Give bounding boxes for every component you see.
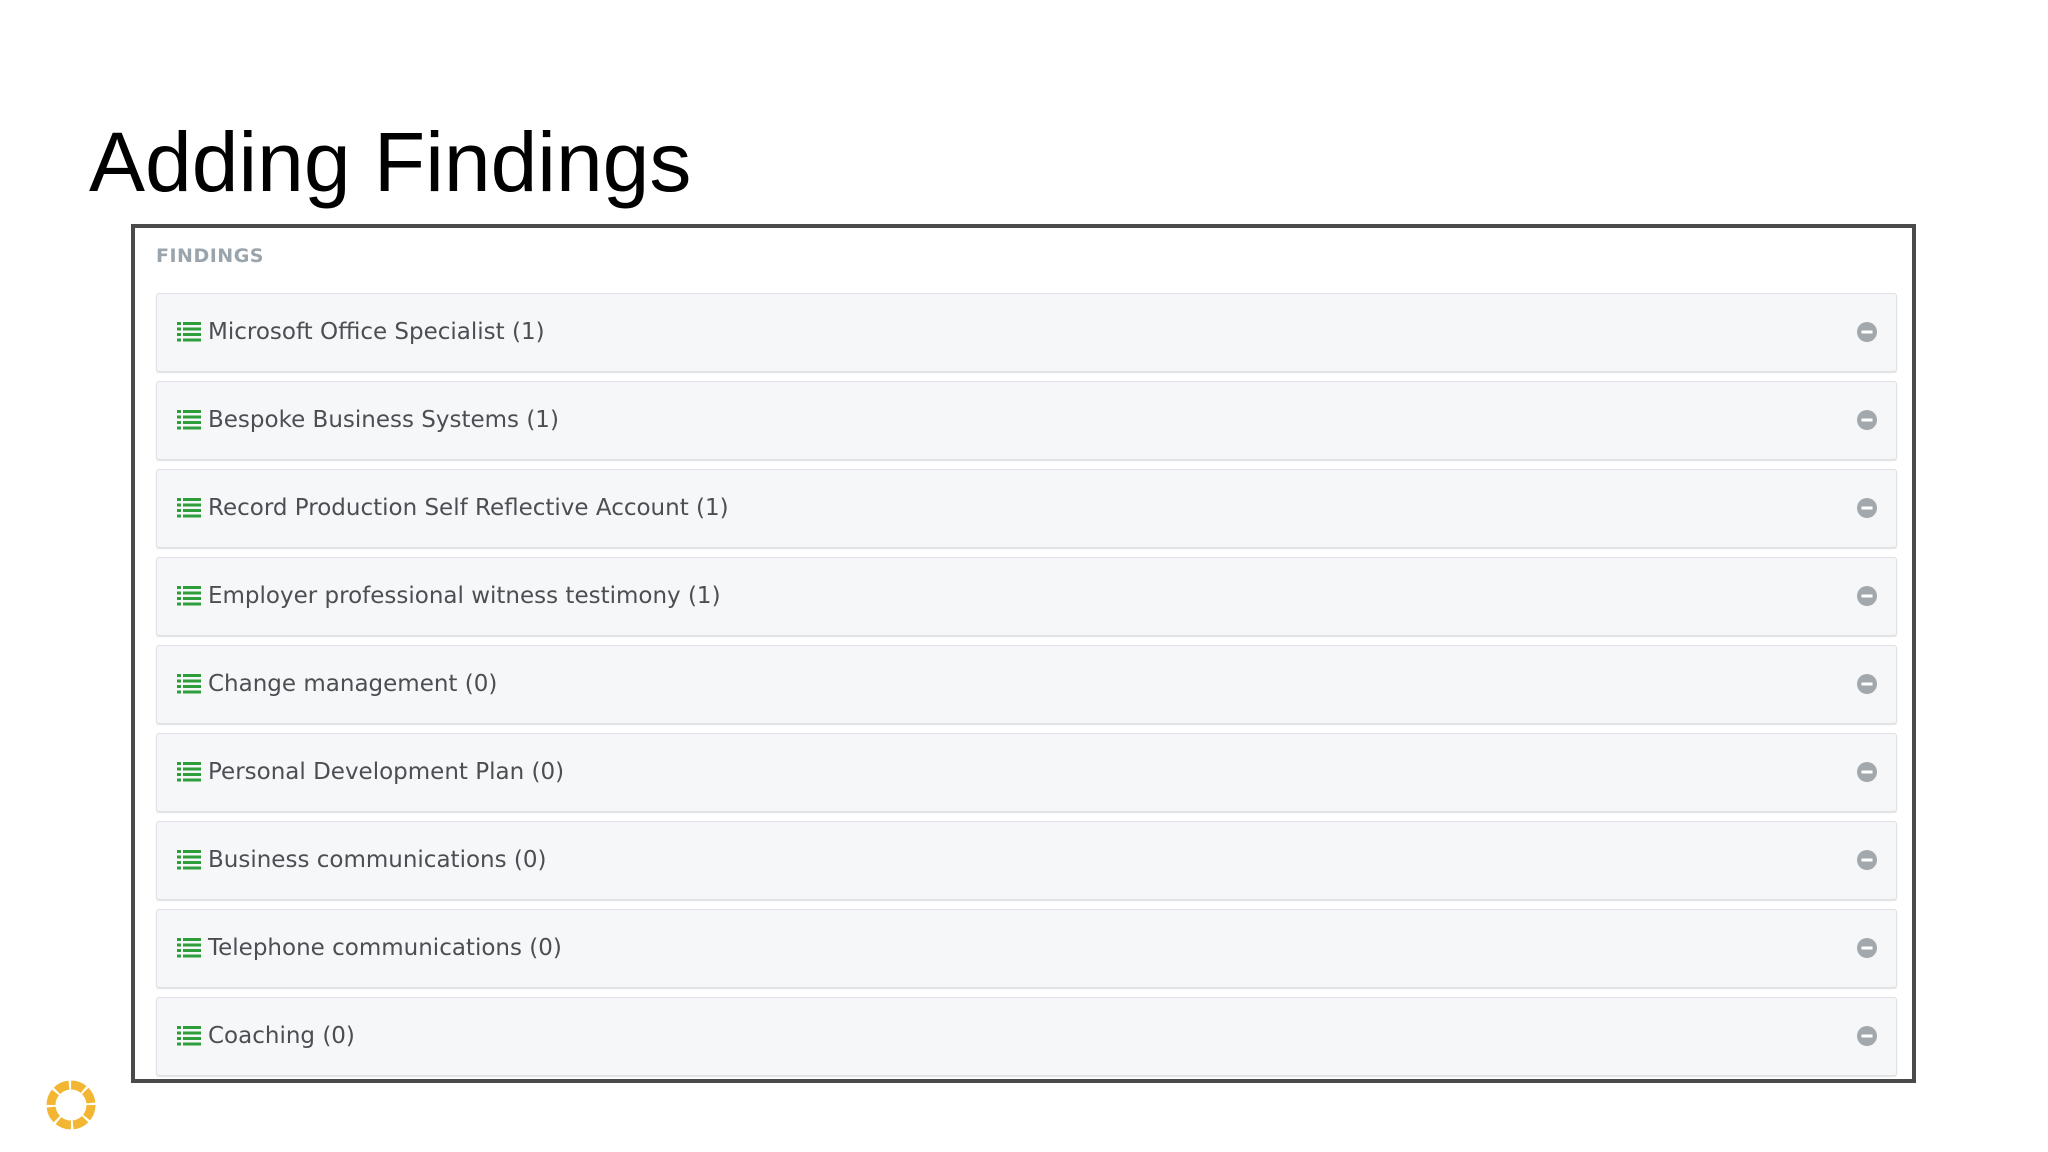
finding-row[interactable]: Business communications (0) (156, 821, 1897, 900)
finding-row[interactable]: Microsoft Office Specialist (1) (156, 293, 1897, 372)
collapse-icon[interactable] (1857, 850, 1877, 870)
list-icon (177, 498, 201, 518)
list-icon (177, 322, 201, 342)
finding-row[interactable]: Coaching (0) (156, 997, 1897, 1076)
list-icon (177, 410, 201, 430)
finding-label: Personal Development Plan (0) (208, 759, 565, 785)
list-icon (177, 1026, 201, 1046)
findings-section-label: FINDINGS (156, 245, 264, 267)
collapse-icon[interactable] (1857, 586, 1877, 606)
findings-panel: FINDINGS Microsoft Office Specialist (1)… (131, 224, 1916, 1083)
finding-row[interactable]: Telephone communications (0) (156, 909, 1897, 988)
finding-label: Employer professional witness testimony … (208, 583, 721, 609)
finding-label: Bespoke Business Systems (1) (208, 407, 559, 433)
finding-label: Change management (0) (208, 671, 498, 697)
finding-label: Business communications (0) (208, 847, 547, 873)
finding-label: Telephone communications (0) (208, 935, 562, 961)
collapse-icon[interactable] (1857, 1026, 1877, 1046)
finding-row[interactable]: Change management (0) (156, 645, 1897, 724)
finding-label: Record Production Self Reflective Accoun… (208, 495, 729, 521)
finding-label: Microsoft Office Specialist (1) (208, 319, 545, 345)
list-icon (177, 762, 201, 782)
collapse-icon[interactable] (1857, 498, 1877, 518)
list-icon (177, 586, 201, 606)
collapse-icon[interactable] (1857, 410, 1877, 430)
collapse-icon[interactable] (1857, 762, 1877, 782)
finding-row[interactable]: Bespoke Business Systems (1) (156, 381, 1897, 460)
collapse-icon[interactable] (1857, 674, 1877, 694)
slide-title: Adding Findings (89, 115, 692, 209)
findings-list: Microsoft Office Specialist (1) Bespoke … (156, 293, 1897, 1079)
collapse-icon[interactable] (1857, 938, 1877, 958)
list-icon (177, 674, 201, 694)
list-icon (177, 850, 201, 870)
finding-row[interactable]: Record Production Self Reflective Accoun… (156, 469, 1897, 548)
finding-row[interactable]: Employer professional witness testimony … (156, 557, 1897, 636)
list-icon (177, 938, 201, 958)
finding-row[interactable]: Personal Development Plan (0) (156, 733, 1897, 812)
finding-label: Coaching (0) (208, 1023, 355, 1049)
collapse-icon[interactable] (1857, 322, 1877, 342)
logo-ring-icon (46, 1080, 96, 1130)
